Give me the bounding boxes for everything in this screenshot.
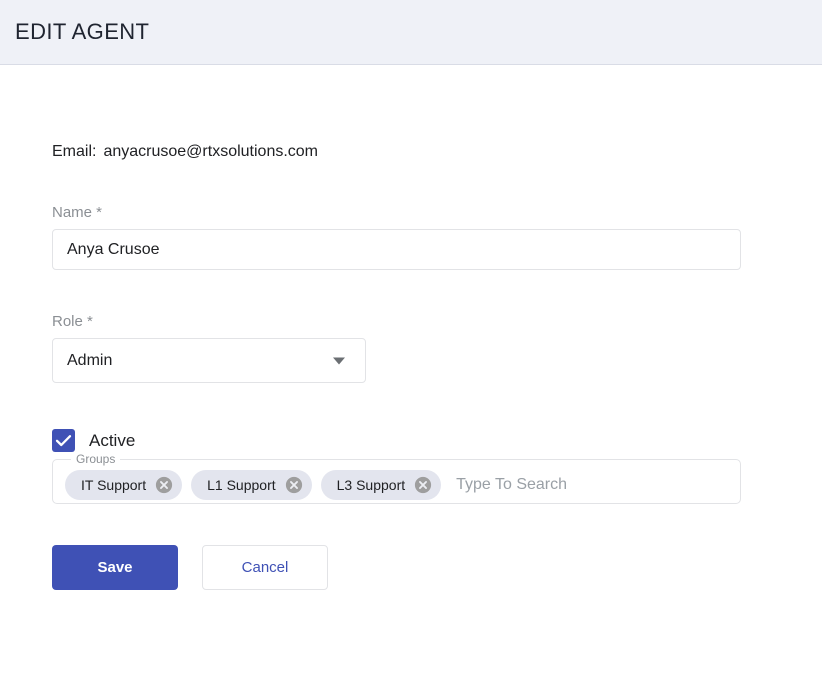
email-value: anyacrusoe@rtxsolutions.com xyxy=(103,143,319,160)
close-circle-icon[interactable] xyxy=(414,476,432,494)
close-circle-icon[interactable] xyxy=(285,476,303,494)
active-checkbox[interactable] xyxy=(52,429,75,452)
role-select-wrap: Admin xyxy=(52,338,366,383)
groups-legend: Groups xyxy=(76,452,116,466)
group-chip[interactable]: IT Support xyxy=(65,469,183,500)
email-label: Email: xyxy=(52,143,97,160)
groups-chips-area: IT Support L1 Support L3 Support xyxy=(65,469,728,500)
active-label: Active xyxy=(89,430,136,450)
cancel-button[interactable]: Cancel xyxy=(202,545,328,590)
page-header: EDIT AGENT xyxy=(0,0,822,65)
form-actions: Save Cancel xyxy=(52,545,822,590)
email-row: Email: anyacrusoe@rtxsolutions.com xyxy=(52,143,822,161)
role-selected-value: Admin xyxy=(67,351,113,369)
name-label: Name * xyxy=(52,204,103,221)
name-field-block: Name * xyxy=(52,205,822,270)
chevron-down-icon[interactable] xyxy=(333,357,345,364)
page-title: EDIT AGENT xyxy=(15,19,150,44)
group-chip-label: L1 Support xyxy=(207,476,276,493)
groups-search-input[interactable] xyxy=(450,469,728,500)
group-chip[interactable]: L1 Support xyxy=(191,469,312,500)
save-button[interactable]: Save xyxy=(52,545,178,590)
group-chip-label: IT Support xyxy=(81,476,147,493)
active-checkbox-row[interactable]: Active xyxy=(52,429,172,452)
group-chip[interactable]: L3 Support xyxy=(320,469,442,500)
role-label: Role * xyxy=(52,313,93,330)
groups-field: Groups IT Support L1 Support L3 Support xyxy=(52,452,741,504)
edit-agent-form: Email: anyacrusoe@rtxsolutions.com Name … xyxy=(0,143,822,590)
role-field-block: Role * Admin xyxy=(52,314,822,383)
checkmark-icon xyxy=(55,435,72,447)
group-chip-label: L3 Support xyxy=(336,476,406,493)
close-circle-icon[interactable] xyxy=(155,476,173,494)
name-input[interactable] xyxy=(52,229,741,270)
role-select[interactable]: Admin xyxy=(52,338,366,383)
